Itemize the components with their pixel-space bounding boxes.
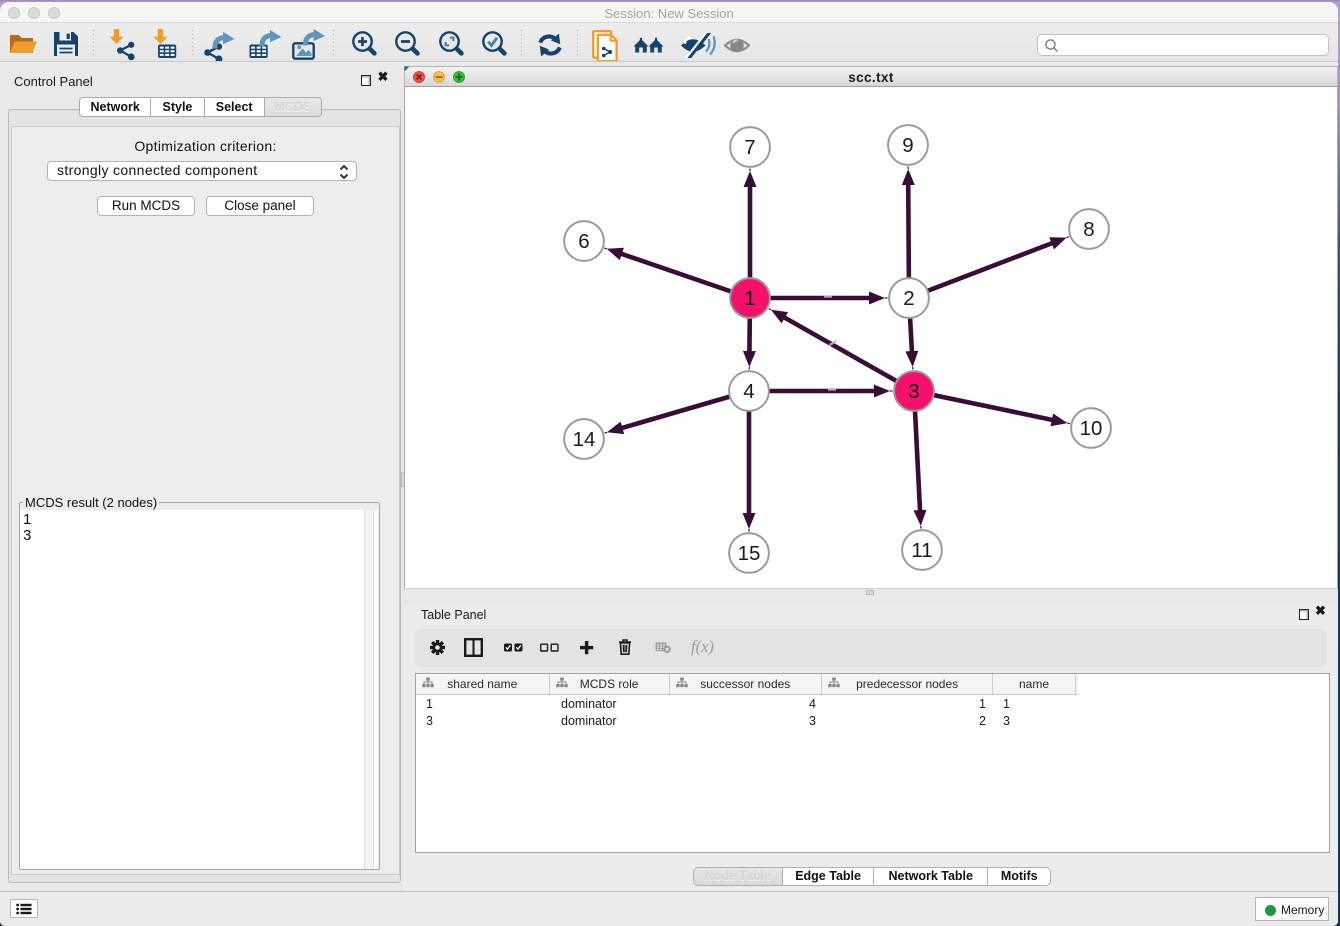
svg-text:3: 3	[908, 380, 919, 403]
svg-text:11: 11	[911, 539, 932, 562]
svg-text:14: 14	[573, 428, 596, 451]
svg-text:7: 7	[744, 136, 755, 159]
svg-text:6: 6	[578, 230, 589, 253]
svg-text:8: 8	[1083, 218, 1094, 241]
svg-text:9: 9	[902, 134, 913, 157]
svg-text:15: 15	[738, 542, 761, 565]
svg-text:1: 1	[744, 287, 755, 310]
svg-text:2: 2	[903, 287, 914, 310]
svg-text:10: 10	[1080, 417, 1103, 440]
svg-text:4: 4	[743, 380, 754, 403]
svg-text:f(x): f(x)	[691, 639, 714, 656]
